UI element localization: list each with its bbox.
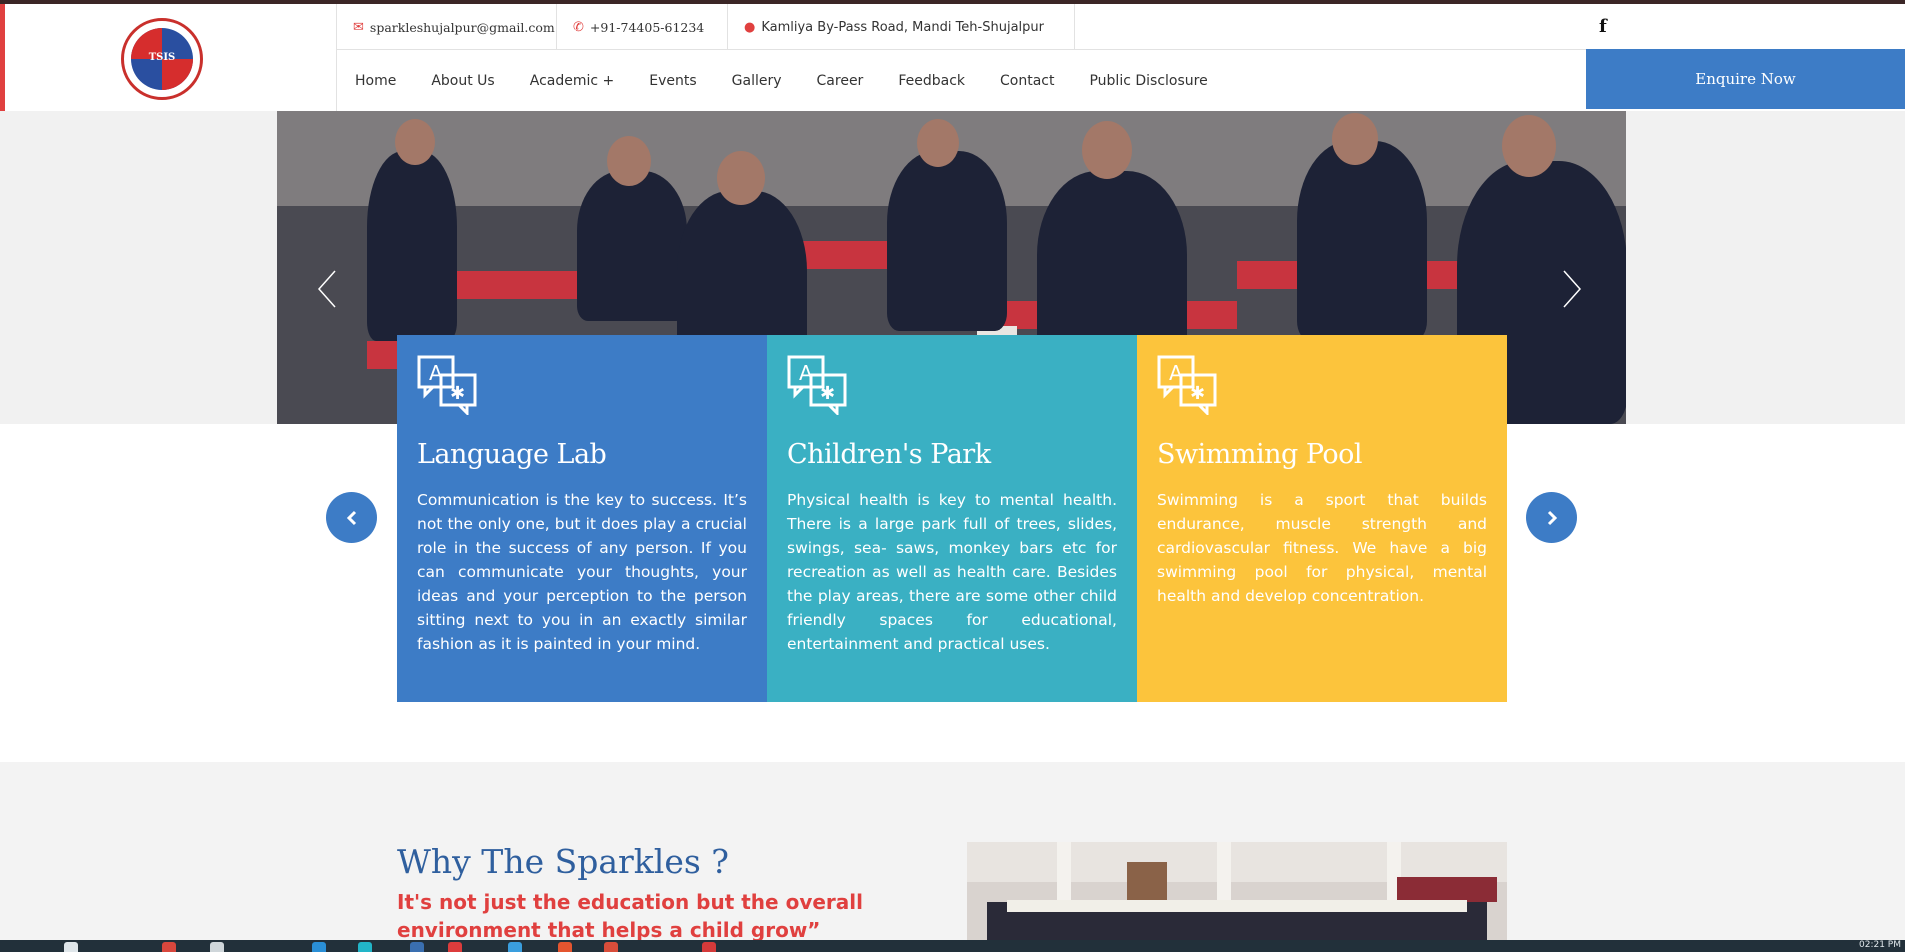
email-text: sparkleshujalpur@gmail.com: [369, 19, 555, 35]
card-text: Swimming is a sport that builds enduranc…: [1157, 491, 1487, 605]
envelope-icon: ✉: [353, 19, 364, 35]
main-nav: Home About Us Academic + Events Gallery …: [336, 50, 1586, 111]
nav-career[interactable]: Career: [817, 73, 864, 89]
card-title: Language Lab: [417, 439, 607, 470]
taskbar-clock: 02:21 PM: [1859, 940, 1901, 950]
browser-icon[interactable]: [448, 942, 462, 952]
why-subtitle: It's not just the education but the over…: [397, 890, 863, 942]
chevron-left-icon: [346, 510, 356, 525]
address-text: Kamliya By-Pass Road, Mandi Teh-Shujalpu…: [761, 19, 1044, 35]
logo-area: TSIS: [5, 4, 336, 111]
nav-about-us[interactable]: About Us: [431, 73, 494, 89]
translate-icon: A ✱: [417, 355, 477, 417]
app-icon[interactable]: [312, 942, 326, 952]
contact-info-bar: ✉ sparkleshujalpur@gmail.com ✆ +91-74405…: [336, 4, 1905, 50]
nav-contact[interactable]: Contact: [1000, 73, 1054, 89]
card-swimming-pool: A ✱ Swimming Pool Swimming is a sport th…: [1137, 335, 1507, 702]
app-icon[interactable]: [358, 942, 372, 952]
card-childrens-park: A ✱ Children's Park Physical health is k…: [767, 335, 1137, 702]
nav-events[interactable]: Events: [649, 73, 696, 89]
svg-text:✱: ✱: [1190, 383, 1205, 404]
app-icon[interactable]: [558, 942, 572, 952]
logo-emblem: TSIS: [131, 28, 193, 90]
group-photo: [967, 842, 1507, 940]
nav-feedback[interactable]: Feedback: [898, 73, 965, 89]
app-icon[interactable]: [604, 942, 618, 952]
cards-prev-button[interactable]: [326, 492, 377, 543]
card-text: Communication is the key to success. It’…: [417, 491, 747, 653]
app-icon[interactable]: [162, 942, 176, 952]
email-link[interactable]: ✉ sparkleshujalpur@gmail.com: [337, 4, 557, 50]
facility-cards: A ✱ Language Lab Communication is the ke…: [397, 335, 1507, 702]
enquire-now-button[interactable]: Enquire Now: [1586, 49, 1905, 109]
slider-prev-icon[interactable]: [317, 269, 337, 309]
card-title: Swimming Pool: [1157, 439, 1363, 470]
app-icon[interactable]: [508, 942, 522, 952]
app-icon[interactable]: [210, 942, 224, 952]
svg-text:✱: ✱: [820, 383, 835, 404]
nav-gallery[interactable]: Gallery: [732, 73, 782, 89]
nav-public-disclosure[interactable]: Public Disclosure: [1089, 73, 1207, 89]
card-title: Children's Park: [787, 439, 991, 470]
school-logo[interactable]: TSIS: [121, 18, 203, 100]
card-text: Physical health is key to mental health.…: [787, 491, 1117, 653]
app-icon[interactable]: [410, 942, 424, 952]
windows-icon[interactable]: [64, 942, 78, 952]
card-language-lab: A ✱ Language Lab Communication is the ke…: [397, 335, 767, 702]
nav-home[interactable]: Home: [355, 73, 396, 89]
slider-next-icon[interactable]: [1562, 269, 1582, 309]
translate-icon: A ✱: [787, 355, 847, 417]
phone-link[interactable]: ✆ +91-74405-61234: [557, 4, 728, 50]
map-marker-icon: ●: [744, 19, 756, 35]
address-info: ● Kamliya By-Pass Road, Mandi Teh-Shujal…: [728, 4, 1075, 50]
why-title: Why The Sparkles ?: [397, 842, 729, 881]
translate-icon: A ✱: [1157, 355, 1217, 417]
phone-icon: ✆: [573, 19, 584, 35]
svg-text:✱: ✱: [450, 383, 465, 404]
logo-text: TSIS: [148, 52, 176, 63]
facebook-icon[interactable]: f: [1599, 16, 1607, 37]
phone-text: +91-74405-61234: [589, 19, 705, 35]
os-taskbar: [0, 940, 1905, 952]
cards-next-button[interactable]: [1526, 492, 1577, 543]
why-section: [0, 762, 1905, 940]
nav-academic[interactable]: Academic +: [530, 73, 615, 89]
chevron-right-icon: [1547, 510, 1557, 525]
app-icon[interactable]: [702, 942, 716, 952]
